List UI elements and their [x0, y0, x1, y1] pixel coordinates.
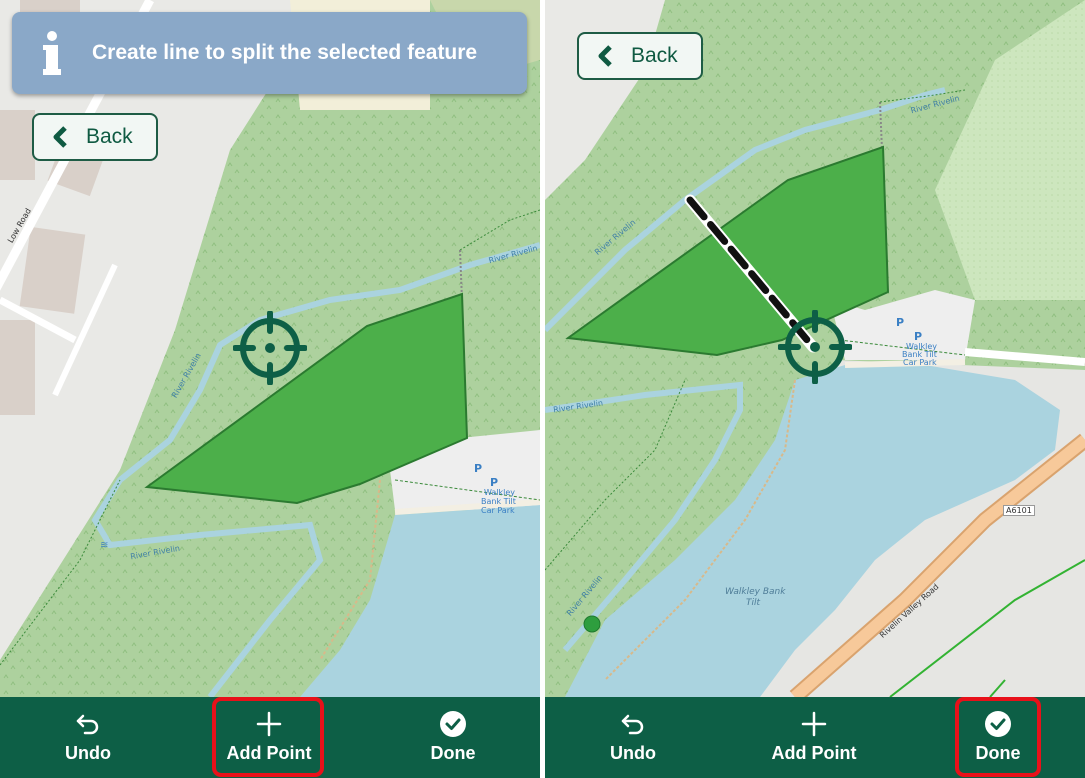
info-banner: Create line to split the selected featur…: [12, 12, 527, 94]
banner-message: Create line to split the selected featur…: [92, 41, 478, 64]
car-park-label-line3: Car Park: [903, 358, 937, 367]
done-label: Done: [430, 743, 476, 763]
map-view[interactable]: ≋ Low Road River Rivelin River Rivelin R…: [0, 0, 540, 697]
right-screen: River Rivelin River Rivelin River Riveli…: [545, 0, 1085, 778]
parking-icon: P: [474, 462, 483, 475]
undo-button[interactable]: Undo: [42, 697, 134, 778]
svg-text:≋: ≋: [100, 540, 108, 551]
parking-icon: P: [896, 316, 905, 329]
location-marker: [583, 615, 601, 633]
undo-icon: [620, 711, 646, 737]
car-park-label-line3: Car Park: [481, 506, 515, 515]
lake-label-line1: Walkley Bank: [725, 587, 786, 597]
back-button[interactable]: Back: [577, 32, 703, 80]
car-park-label-line2: Bank Tilt: [481, 497, 516, 506]
add-point-button[interactable]: Add Point: [761, 697, 867, 778]
highlight-box-add-point: [212, 697, 324, 777]
undo-icon: [75, 711, 101, 737]
undo-button[interactable]: Undo: [587, 697, 679, 778]
car-park-label-line1: Walkley: [484, 488, 516, 497]
road-ref-badge: A6101: [1003, 505, 1035, 516]
back-button-label: Back: [631, 44, 678, 67]
plus-icon: [801, 711, 827, 737]
back-button-label: Back: [86, 125, 133, 148]
check-circle-icon: [439, 711, 467, 737]
done-button[interactable]: Done: [407, 697, 499, 778]
crosshair-icon: [233, 311, 307, 385]
left-screen: ≋ Low Road River Rivelin River Rivelin R…: [0, 0, 540, 778]
lake-label-line2: Tilt: [746, 598, 761, 608]
back-button[interactable]: Back: [32, 113, 158, 161]
undo-label: Undo: [610, 743, 656, 763]
map-view[interactable]: River Rivelin River Rivelin River Riveli…: [545, 0, 1085, 697]
undo-label: Undo: [65, 743, 111, 763]
chevron-left-icon: [579, 45, 631, 67]
info-icon: [12, 31, 92, 75]
crosshair-icon: [778, 310, 852, 384]
highlight-box-done: [955, 697, 1041, 777]
chevron-left-icon: [34, 126, 86, 148]
add-point-label: Add Point: [771, 743, 857, 763]
